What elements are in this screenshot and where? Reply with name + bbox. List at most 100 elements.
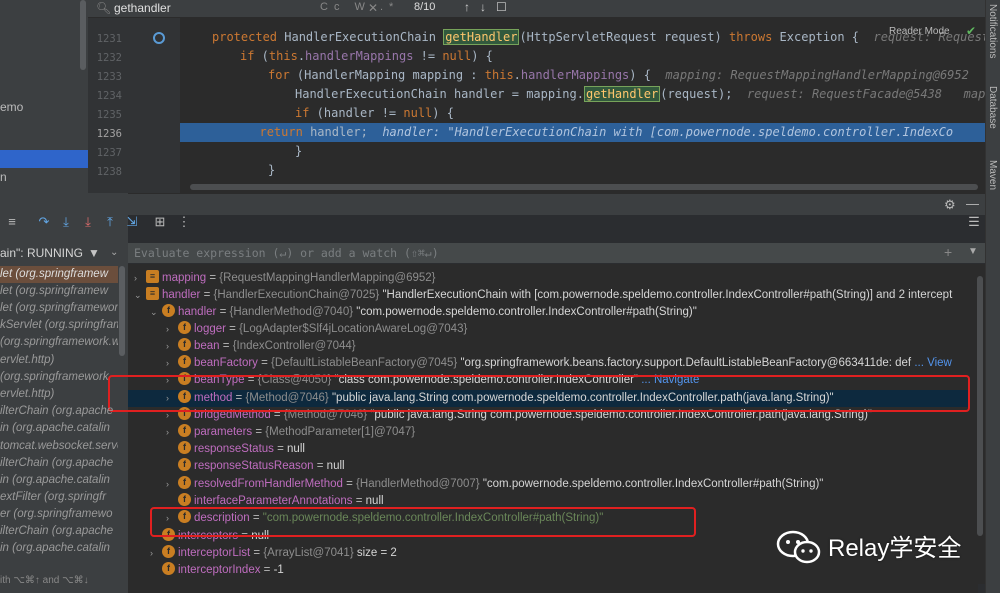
code-editor[interactable]: protected HandlerExecutionChain getHandl… bbox=[180, 18, 985, 193]
stack-frame[interactable]: (org.springframework.web bbox=[0, 334, 118, 351]
variable-name: interfaceParameterAnnotations bbox=[194, 495, 353, 507]
step-over-icon[interactable]: ↷ bbox=[36, 214, 52, 230]
stack-frame[interactable]: ilterChain (org.apache bbox=[0, 455, 118, 472]
variable-row-handler[interactable]: ⌄ f handler = {HandlerMethod@7040} "com.po… bbox=[150, 304, 968, 321]
frames-scrollbar[interactable] bbox=[118, 266, 126, 566]
watch-placeholder: Evaluate expression (↵) or add a watch (… bbox=[134, 246, 439, 260]
clear-search-icon[interactable]: ✕ bbox=[368, 1, 378, 15]
watch-expression-input[interactable]: Evaluate expression (↵) or add a watch (… bbox=[128, 243, 985, 263]
tree-item[interactable]: n bbox=[0, 168, 88, 186]
stack-frame[interactable]: let (org.springframewor bbox=[0, 300, 118, 317]
layout-icon[interactable]: ☰ bbox=[966, 214, 982, 230]
stack-frame[interactable]: extFilter (org.springfr bbox=[0, 489, 118, 506]
equals-sign: = bbox=[225, 323, 240, 335]
variables-scrollbar[interactable] bbox=[976, 264, 985, 584]
line-number: 1233 bbox=[96, 71, 122, 83]
variable-value: null bbox=[365, 495, 384, 507]
expand-arrow-icon[interactable]: › bbox=[166, 424, 178, 441]
expand-arrow-icon[interactable]: › bbox=[166, 355, 178, 372]
check-icon: ✔ bbox=[966, 24, 977, 38]
variable-row-resolvedFromHandlerMethod[interactable]: › f resolvedFromHandlerMethod = {HandlerMe… bbox=[166, 476, 968, 493]
expand-arrow-icon[interactable]: › bbox=[166, 338, 178, 355]
line-number: 1236 bbox=[96, 128, 122, 140]
stack-frame[interactable]: kServlet (org.springframew bbox=[0, 317, 118, 334]
variable-row-mapping[interactable]: › ≡ mapping = {RequestMappingHandlerMappin… bbox=[134, 270, 968, 287]
evaluate-icon[interactable]: ⊞ bbox=[152, 214, 168, 230]
variable-row-logger[interactable]: › f logger = {LogAdapter$Slf4jLocationAwar… bbox=[166, 321, 968, 338]
expand-arrow-icon[interactable]: › bbox=[150, 545, 162, 562]
variable-row-responseStatus[interactable]: f responseStatus = null bbox=[166, 441, 968, 458]
code-line-1235: if (handler != null) { bbox=[295, 106, 454, 120]
field-icon: f bbox=[178, 441, 191, 455]
editor-horizontal-scrollbar[interactable] bbox=[180, 182, 985, 192]
tree-item[interactable]: emo bbox=[0, 98, 88, 116]
reader-mode-button[interactable]: Reader Mode bbox=[889, 26, 950, 37]
menu-icon[interactable]: ≡ bbox=[4, 214, 20, 230]
stack-frame[interactable]: let (org.springframew bbox=[0, 283, 118, 300]
stack-frame[interactable]: ervlet.http) bbox=[0, 352, 118, 369]
stack-frame[interactable]: ervlet.http) bbox=[0, 386, 118, 403]
step-out-icon[interactable]: ⤒ bbox=[102, 214, 118, 230]
tree-scrollbar[interactable] bbox=[80, 0, 86, 70]
stack-frame[interactable]: in (org.apache.catalin bbox=[0, 540, 118, 557]
stack-frame[interactable]: let (org.springframew bbox=[0, 266, 118, 283]
expand-arrow-icon[interactable]: › bbox=[166, 476, 178, 493]
more-icon[interactable]: ⋮ bbox=[176, 214, 192, 230]
field-icon: f bbox=[178, 458, 191, 472]
variable-row-responseStatusReason[interactable]: f responseStatusReason = null bbox=[166, 458, 968, 475]
variable-name: mapping bbox=[162, 272, 207, 284]
minimize-icon[interactable]: — bbox=[966, 196, 979, 211]
filter-icon[interactable]: ▼ bbox=[88, 243, 100, 263]
variable-name: interceptorList bbox=[178, 547, 251, 559]
stack-frame[interactable]: (org.springframework bbox=[0, 369, 118, 386]
chevron-down-icon[interactable]: ▼ bbox=[968, 246, 978, 257]
force-step-into-icon[interactable]: ⤓ bbox=[80, 214, 96, 230]
expand-arrow-icon[interactable]: ⌄ bbox=[134, 287, 146, 304]
stack-frame[interactable]: tomcat.websocket.serve bbox=[0, 438, 118, 455]
stack-frame[interactable]: er (org.springframewo bbox=[0, 506, 118, 523]
variable-value: "HandlerExecutionChain with [com.powerno… bbox=[382, 289, 953, 301]
equals-sign: = bbox=[260, 564, 274, 576]
variable-type: {IndexController@7044} bbox=[232, 340, 356, 352]
search-options[interactable]: Cc W .* bbox=[320, 1, 399, 13]
tree-item-selected[interactable] bbox=[0, 150, 88, 168]
maven-tab[interactable]: Maven bbox=[987, 160, 998, 190]
equals-sign: = bbox=[200, 289, 214, 301]
variable-name: handler bbox=[178, 306, 217, 318]
watermark-text: Relay学安全 bbox=[828, 535, 962, 562]
stack-frame[interactable]: in (org.apache.catalin bbox=[0, 420, 118, 437]
gear-icon[interactable]: ⚙ bbox=[944, 197, 956, 213]
variable-row-handler[interactable]: ⌄ ≡ handler = {HandlerExecutionChain@7025}… bbox=[134, 287, 968, 304]
search-navigation[interactable]: ↑↓☐ bbox=[464, 0, 517, 14]
add-watch-icon[interactable]: + bbox=[944, 244, 952, 260]
equals-sign: = bbox=[219, 340, 233, 352]
variable-link[interactable]: ... View bbox=[911, 357, 952, 369]
variable-type: {HandlerMethod@7040} bbox=[229, 306, 357, 318]
expand-arrow-icon[interactable]: › bbox=[134, 270, 146, 287]
variable-row-parameters[interactable]: › f parameters = {MethodParameter[1]@7047} bbox=[166, 424, 968, 441]
tree-item-label: n bbox=[0, 170, 7, 184]
variable-icon: ≡ bbox=[146, 287, 159, 301]
expand-arrow-icon[interactable]: › bbox=[166, 321, 178, 338]
search-input[interactable]: gethandler bbox=[114, 1, 171, 15]
step-into-icon[interactable]: ⤓ bbox=[58, 214, 74, 230]
line-number: 1235 bbox=[96, 109, 122, 121]
search-icon: 🔍︎ bbox=[96, 1, 112, 15]
override-marker-icon[interactable] bbox=[153, 32, 165, 44]
variable-name: interceptorIndex bbox=[178, 564, 261, 576]
variable-row-beanFactory[interactable]: › f beanFactory = {DefaultListableBeanFact… bbox=[166, 355, 968, 372]
stack-frame[interactable]: ilterChain (org.apache bbox=[0, 403, 118, 420]
expand-arrow-icon[interactable]: ⌄ bbox=[150, 304, 162, 321]
variable-row-interceptorIndex[interactable]: f interceptorIndex = -1 bbox=[150, 562, 968, 579]
chevron-down-icon[interactable]: ⌄ bbox=[110, 243, 118, 263]
database-tab[interactable]: Database bbox=[987, 86, 998, 129]
run-to-cursor-icon[interactable]: ⇲ bbox=[124, 214, 140, 230]
equals-sign: = bbox=[352, 495, 366, 507]
stack-frame[interactable]: in (org.apache.catalin bbox=[0, 472, 118, 489]
variable-row-bean[interactable]: › f bean = {IndexController@7044} bbox=[166, 338, 968, 355]
debug-panel-header bbox=[0, 193, 985, 215]
stack-frame[interactable]: ilterChain (org.apache bbox=[0, 523, 118, 540]
thread-selector[interactable]: ain": RUNNING ▼ ⌄ bbox=[0, 243, 128, 263]
notifications-tab[interactable]: Notifications bbox=[987, 4, 998, 58]
variable-icon: ≡ bbox=[146, 270, 159, 284]
